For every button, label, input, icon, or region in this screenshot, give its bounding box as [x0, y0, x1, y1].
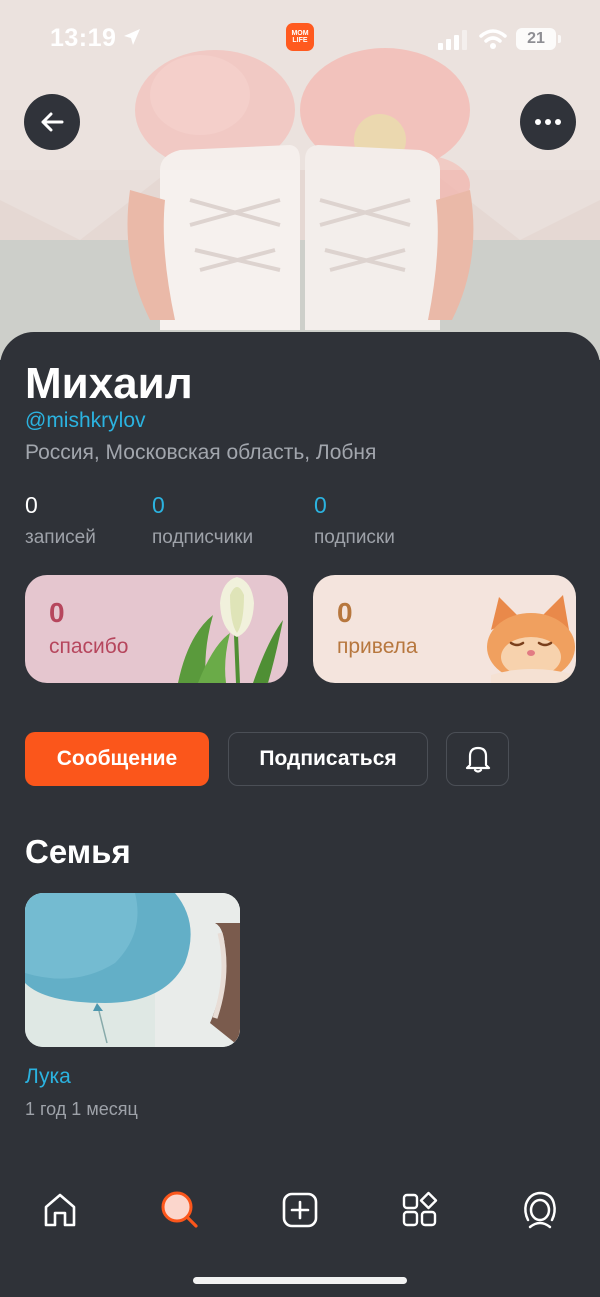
- nav-profile[interactable]: [510, 1180, 570, 1240]
- brought-label: привела: [337, 635, 418, 658]
- stat-following-label: подписки: [314, 527, 395, 548]
- search-icon: [161, 1191, 198, 1228]
- battery-level: 21: [527, 30, 545, 47]
- thanks-label: спасибо: [49, 635, 129, 658]
- brought-card[interactable]: 0 привела: [313, 575, 576, 683]
- bell-icon: [465, 746, 490, 773]
- wifi-icon: [479, 29, 507, 49]
- profile-icon: [524, 1191, 556, 1229]
- subscribe-button[interactable]: Подписаться: [228, 732, 428, 786]
- nav-add-post[interactable]: [270, 1180, 330, 1240]
- brought-count: 0: [337, 597, 353, 628]
- stat-following[interactable]: 0 подписки: [314, 492, 395, 549]
- notifications-button[interactable]: [446, 732, 509, 786]
- stat-posts: 0 записей: [25, 492, 96, 549]
- child-name[interactable]: Лука: [25, 1065, 71, 1089]
- nav-home[interactable]: [30, 1180, 90, 1240]
- add-post-icon: [282, 1192, 318, 1228]
- home-icon: [44, 1193, 76, 1227]
- status-bar: 13:19 MOM LIFE 21: [0, 0, 600, 80]
- app-badge-text: MOM: [291, 30, 309, 37]
- home-indicator[interactable]: [193, 1277, 407, 1284]
- profile-handle[interactable]: @mishkrylov: [25, 409, 146, 433]
- stat-followers-label: подписчики: [152, 527, 254, 548]
- profile-location: Россия, Московская область, Лобня: [25, 441, 377, 464]
- battery-icon: 21: [516, 28, 561, 50]
- location-arrow-icon: [124, 29, 140, 45]
- status-time: 13:19: [50, 24, 117, 52]
- arrow-left-icon: [41, 112, 64, 132]
- stat-following-value: 0: [314, 492, 327, 518]
- bottom-navigation: [0, 1180, 600, 1240]
- stat-posts-value: 0: [25, 492, 38, 518]
- app-badge-icon: MOM LIFE: [286, 23, 314, 51]
- nav-search[interactable]: [150, 1180, 210, 1240]
- back-button[interactable]: [24, 94, 80, 150]
- app-badge-text: LIFE: [292, 37, 308, 44]
- more-horizontal-icon: [535, 119, 561, 125]
- stat-posts-label: записей: [25, 527, 96, 548]
- nav-services[interactable]: [390, 1180, 450, 1240]
- services-icon: [402, 1191, 438, 1227]
- child-age: 1 год 1 месяц: [25, 1099, 138, 1119]
- stat-followers-value: 0: [152, 492, 165, 518]
- profile-sheet: Михаил @mishkrylov Россия, Московская об…: [0, 332, 600, 1297]
- thanks-card[interactable]: 0 спасибо: [25, 575, 288, 683]
- stat-followers[interactable]: 0 подписчики: [152, 492, 253, 549]
- child-photo[interactable]: [25, 893, 240, 1047]
- more-options-button[interactable]: [520, 94, 576, 150]
- child-photo-image: [25, 893, 240, 1047]
- thanks-count: 0: [49, 597, 65, 628]
- tulip-illustration-icon: [178, 577, 283, 683]
- family-section-title: Семья: [25, 833, 131, 870]
- message-button[interactable]: Сообщение: [25, 732, 209, 786]
- profile-name: Михаил: [25, 359, 193, 408]
- cellular-signal-icon: [438, 30, 467, 50]
- kitten-illustration-icon: [487, 595, 576, 683]
